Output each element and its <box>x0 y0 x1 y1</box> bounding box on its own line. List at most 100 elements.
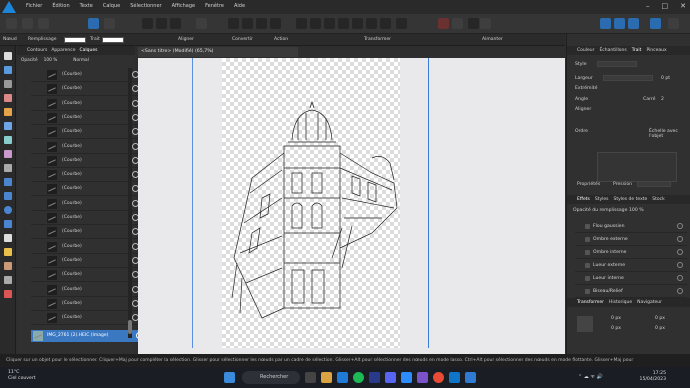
effect-row[interactable]: Lueur externe <box>575 259 687 272</box>
node-tool-icon[interactable] <box>4 66 12 74</box>
chrome-icon[interactable] <box>433 372 444 383</box>
pressure-curve[interactable] <box>637 181 671 187</box>
effect-checkbox[interactable] <box>585 224 590 229</box>
tab-history[interactable]: Historique <box>609 300 632 305</box>
taskbar-search[interactable]: Rechercher <box>242 371 300 384</box>
tf-h[interactable]: 0 px <box>655 326 665 331</box>
fill-tool-icon[interactable] <box>4 136 12 144</box>
angle-value[interactable]: Carré <box>643 97 655 102</box>
tab-transform[interactable]: Transformer <box>577 300 604 305</box>
corner-tool-icon[interactable] <box>4 80 12 88</box>
effect-checkbox[interactable] <box>585 276 590 281</box>
pencil-tool-icon[interactable] <box>4 108 12 116</box>
boolean-add-icon[interactable] <box>600 18 611 29</box>
width-value[interactable]: 0 pt <box>661 76 670 81</box>
fill-swatch[interactable] <box>64 37 86 43</box>
arrange-forward-icon[interactable] <box>242 18 253 29</box>
fill-opacity-value[interactable]: 100 % <box>629 208 644 213</box>
tab-swatches[interactable]: Échantillons <box>599 48 626 53</box>
transparency-tool-icon[interactable] <box>4 150 12 158</box>
discord-icon[interactable] <box>385 372 396 383</box>
persona-pixel-icon[interactable] <box>22 18 33 29</box>
width-slider[interactable] <box>603 75 653 81</box>
rectangle-tool-icon[interactable] <box>4 192 12 200</box>
taskbar-clock[interactable]: 17:25 15/04/2023 <box>640 371 666 383</box>
tab-layers[interactable]: Calques <box>79 48 97 53</box>
transform-icon[interactable] <box>352 18 363 29</box>
effect-settings-icon[interactable] <box>677 275 683 281</box>
boolean-divide-icon[interactable] <box>668 18 679 29</box>
onenote-icon[interactable] <box>417 372 428 383</box>
effect-row[interactable]: Biseau/Relief <box>575 285 687 298</box>
geometry-icon[interactable] <box>366 18 377 29</box>
fill-color-icon[interactable] <box>452 18 463 29</box>
shape-tool-icon[interactable] <box>4 248 12 256</box>
pen-tool-icon[interactable] <box>4 94 12 102</box>
menu-help[interactable]: Aide <box>234 3 245 9</box>
snapping-menu-icon[interactable] <box>396 18 407 29</box>
tf-x[interactable]: 0 px <box>611 316 621 321</box>
document-setup-icon[interactable] <box>88 18 99 29</box>
spotify-icon[interactable] <box>353 372 364 383</box>
menu-select[interactable]: Sélectionner <box>130 3 161 9</box>
outlook-icon[interactable] <box>449 372 460 383</box>
brush-tool-icon[interactable] <box>4 122 12 130</box>
assistant-icon[interactable] <box>468 18 479 29</box>
angle-number[interactable]: 2 <box>661 97 664 102</box>
tab-styles[interactable]: Styles <box>595 197 609 202</box>
boolean-intersect-icon[interactable] <box>628 18 639 29</box>
tab-color[interactable]: Couleur <box>577 48 594 53</box>
persona-export-icon[interactable] <box>38 18 49 29</box>
boolean-subtract-icon[interactable] <box>614 18 625 29</box>
flip-v-icon[interactable] <box>338 18 349 29</box>
view-mode-icon[interactable] <box>480 18 491 29</box>
effect-settings-icon[interactable] <box>677 262 683 268</box>
tab-stroke[interactable]: Trait <box>632 48 642 53</box>
artboard[interactable] <box>222 58 400 348</box>
anchor-selector[interactable] <box>577 316 593 332</box>
arrange-backmost-icon[interactable] <box>270 18 281 29</box>
text-tool-icon[interactable] <box>4 234 12 242</box>
effect-settings-icon[interactable] <box>677 223 683 229</box>
snap-icon[interactable] <box>142 18 153 29</box>
task-view-icon[interactable] <box>305 372 316 383</box>
menu-text[interactable]: Texte <box>80 3 93 9</box>
menu-edit[interactable]: Édition <box>52 3 69 9</box>
hand-tool-icon[interactable] <box>4 262 12 270</box>
rounded-rect-tool-icon[interactable] <box>4 220 12 228</box>
place-image-tool-icon[interactable] <box>4 178 12 186</box>
flip-h-icon[interactable] <box>324 18 335 29</box>
effect-row[interactable]: Lueur interne <box>575 272 687 285</box>
boolean-icon[interactable] <box>380 18 391 29</box>
effect-settings-icon[interactable] <box>677 288 683 294</box>
color-wheel-icon[interactable] <box>4 290 12 298</box>
menu-layer[interactable]: Calque <box>103 3 120 9</box>
crop-tool-icon[interactable] <box>4 164 12 172</box>
close-icon[interactable]: ✕ <box>680 2 686 10</box>
preferences-icon[interactable] <box>104 18 115 29</box>
menu-file[interactable]: Fichier <box>26 3 42 9</box>
maximize-icon[interactable]: □ <box>662 2 669 10</box>
layers-scroll-thumb[interactable] <box>128 320 132 334</box>
weather-widget[interactable]: 11°C Ciel couvert <box>8 370 36 382</box>
pressure-value[interactable]: Pression <box>613 182 632 187</box>
tab-outline[interactable]: Contours <box>27 48 47 53</box>
zoom-icon[interactable] <box>401 372 412 383</box>
effect-row[interactable]: Ombre externe <box>575 233 687 246</box>
stroke-color-icon[interactable] <box>438 18 449 29</box>
stroke-swatch[interactable] <box>102 37 124 43</box>
distribute-icon[interactable] <box>170 18 181 29</box>
effect-row[interactable]: Flou gaussien <box>575 220 687 233</box>
affinity-designer-icon[interactable] <box>465 372 476 383</box>
opacity-value[interactable]: 100 % <box>44 58 58 63</box>
isolation-icon[interactable] <box>196 18 207 29</box>
windows-start-icon[interactable] <box>224 372 235 383</box>
effect-settings-icon[interactable] <box>677 236 683 242</box>
zoom-tool-icon[interactable] <box>4 276 12 284</box>
tab-brushes[interactable]: Pinceaux <box>646 48 666 53</box>
teams-icon[interactable] <box>369 372 380 383</box>
menu-window[interactable]: Fenêtre <box>205 3 224 9</box>
tf-w[interactable]: 0 px <box>655 316 665 321</box>
effect-checkbox[interactable] <box>585 289 590 294</box>
align-icon[interactable] <box>156 18 167 29</box>
